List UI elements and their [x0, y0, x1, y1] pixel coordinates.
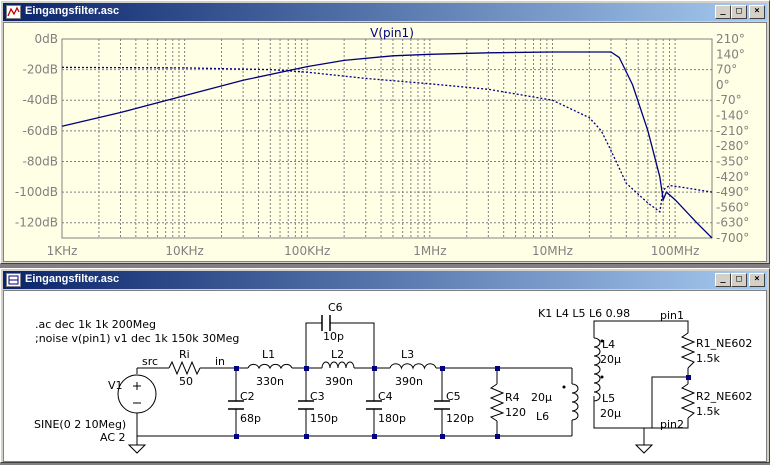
schematic-title-bar[interactable]: Eingangsfilter.asc _ □ × — [3, 271, 767, 289]
y-tick-label-right: -210° — [716, 124, 749, 138]
l3-name[interactable]: L3 — [401, 348, 414, 361]
y-tick-label-left: -80dB — [23, 154, 58, 168]
c5-value[interactable]: 120p — [446, 412, 474, 425]
y-tick-label-right: -630° — [716, 216, 749, 230]
net-src: src — [142, 355, 158, 368]
r2-name[interactable]: R2_NE602 — [696, 390, 752, 403]
y-tick-label-left: -40dB — [23, 93, 58, 107]
schematic-window-title: Eingangsfilter.asc — [25, 273, 120, 285]
plot-frame — [61, 38, 713, 239]
y-tick-label-right: -70° — [716, 93, 742, 107]
schematic-canvas[interactable]: .ac dec 1k 1k 200Meg ;noise v(pin1) v1 d… — [3, 290, 767, 462]
x-tick-label: 10MHz — [532, 244, 573, 258]
y-tick-label-left: -120dB — [15, 216, 58, 230]
r4-value[interactable]: 120 — [505, 406, 526, 419]
c4-value[interactable]: 180p — [378, 412, 406, 425]
r4-name[interactable]: R4 — [505, 391, 520, 404]
net-pin2: pin2 — [660, 418, 684, 431]
plot-grid — [61, 38, 713, 239]
y-tick-label-left: 0dB — [35, 32, 58, 46]
phase-series-line — [61, 66, 713, 213]
v1-value-ac[interactable]: AC 2 — [100, 431, 126, 444]
noise-directive[interactable]: ;noise v(pin1) v1 dec 1k 150k 30Meg — [35, 332, 239, 345]
ri-value[interactable]: 50 — [179, 375, 193, 388]
x-tick-label: 100KHz — [284, 244, 330, 258]
waveform-app-icon — [6, 5, 21, 19]
r2-value[interactable]: 1.5k — [696, 405, 720, 418]
plot-labels: 0dB-20dB-40dB-60dB-80dB-100dB-120dB210°1… — [15, 32, 749, 258]
plot-window-title: Eingangsfilter.asc — [25, 5, 120, 17]
l5-value[interactable]: 20µ — [600, 407, 621, 420]
y-tick-label-left: -60dB — [23, 124, 58, 138]
schematic-window: Eingangsfilter.asc _ □ × .ac dec 1k 1k 2… — [0, 268, 770, 463]
v1-value-sine[interactable]: SINE(0 2 10Meg) — [34, 418, 126, 431]
y-tick-label-left: -20dB — [23, 63, 58, 77]
y-tick-label-right: 140° — [716, 47, 745, 61]
l4-value[interactable]: 20µ — [600, 353, 621, 366]
y-tick-label-right: -700° — [716, 231, 749, 245]
close-button[interactable]: × — [749, 273, 765, 287]
maximize-button[interactable]: □ — [731, 273, 747, 287]
ri-name[interactable]: Ri — [179, 348, 190, 361]
v1-name[interactable]: V1 — [108, 379, 123, 392]
schematic[interactable]: .ac dec 1k 1k 200Meg ;noise v(pin1) v1 d… — [4, 291, 768, 461]
y-tick-label-right: 70° — [716, 63, 737, 77]
x-tick-label: 1KHz — [47, 244, 78, 258]
ac-directive[interactable]: .ac dec 1k 1k 200Meg — [35, 318, 156, 331]
l1-name[interactable]: L1 — [262, 348, 275, 361]
x-tick-label: 100MHz — [651, 244, 700, 258]
minimize-button[interactable]: _ — [715, 5, 731, 19]
c2-value[interactable]: 68p — [240, 412, 261, 425]
y-tick-label-right: -140° — [716, 109, 749, 123]
minimize-button[interactable]: _ — [715, 273, 731, 287]
l1-value[interactable]: 330n — [256, 375, 284, 388]
plot-window: Eingangsfilter.asc _ □ × 0dB -20dB -40dB -6… — [0, 0, 770, 264]
plot-area[interactable]: 0dB -20dB -40dB -60dB -80dB -100dB -120dB 210° 1… — [3, 22, 767, 262]
bode-plot[interactable]: 0dB-20dB-40dB-60dB-80dB-100dB-120dB210°1… — [4, 23, 768, 261]
coupling-directive[interactable]: K1 L4 L5 L6 0.98 — [538, 307, 630, 320]
x-tick-label: 1MHz — [413, 244, 446, 258]
l2-value[interactable]: 390n — [325, 375, 353, 388]
l3-value[interactable]: 390n — [395, 375, 423, 388]
y-tick-label-right: -560° — [716, 200, 749, 214]
y-tick-label-right: -490° — [716, 185, 749, 199]
c3-value[interactable]: 150p — [310, 412, 338, 425]
l5-name[interactable]: L5 — [602, 392, 615, 405]
l6-name[interactable]: L6 — [536, 410, 549, 423]
c3-name[interactable]: C3 — [310, 390, 325, 403]
l4-name[interactable]: L4 — [602, 338, 615, 351]
plot-title-bar[interactable]: Eingangsfilter.asc _ □ × — [3, 3, 767, 21]
c6-value[interactable]: 10p — [323, 330, 344, 343]
x-tick-label: 10KHz — [165, 244, 203, 258]
close-button[interactable]: × — [749, 5, 765, 19]
net-pin1: pin1 — [660, 309, 684, 322]
trace-label-vpin1[interactable]: V(pin1) — [370, 26, 414, 40]
y-tick-label-left: -100dB — [15, 185, 58, 199]
y-tick-label-right: 0° — [716, 78, 730, 92]
y-tick-label-right: -350° — [716, 154, 749, 168]
net-in: in — [215, 355, 225, 368]
maximize-button[interactable]: □ — [731, 5, 747, 19]
ground-symbols — [127, 444, 654, 454]
l6-value[interactable]: 20µ — [531, 391, 552, 404]
plot-series — [61, 51, 713, 239]
r1-name[interactable]: R1_NE602 — [696, 337, 752, 350]
l2-name[interactable]: L2 — [331, 348, 344, 361]
y-tick-label-right: -420° — [716, 170, 749, 184]
c4-name[interactable]: C4 — [378, 390, 393, 403]
y-tick-label-right: 210° — [716, 32, 745, 46]
c2-name[interactable]: C2 — [240, 390, 255, 403]
schematic-app-icon — [6, 273, 21, 287]
c5-name[interactable]: C5 — [446, 390, 461, 403]
r1-value[interactable]: 1.5k — [696, 352, 720, 365]
c6-name[interactable]: C6 — [328, 301, 343, 314]
y-tick-label-right: -280° — [716, 139, 749, 153]
